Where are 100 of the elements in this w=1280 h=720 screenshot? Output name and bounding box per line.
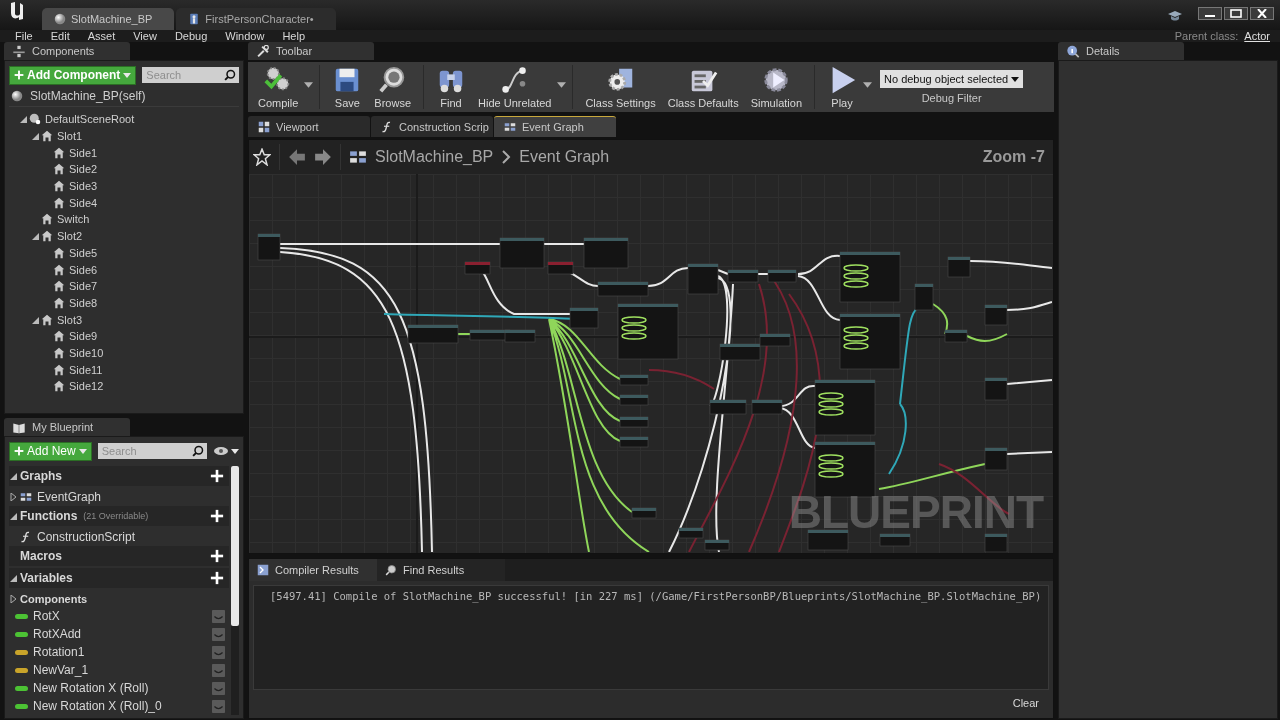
collapsed-arrow-icon[interactable]: [9, 493, 17, 501]
graph-node[interactable]: [984, 447, 1008, 471]
graph-node[interactable]: [914, 283, 934, 311]
toolbar-button[interactable]: Compile: [252, 65, 305, 109]
tree-item[interactable]: SlotMachine_BP(self): [9, 86, 239, 106]
graph-node[interactable]: [814, 441, 876, 498]
graph-node[interactable]: [984, 304, 1008, 326]
minimize-button[interactable]: [1198, 6, 1222, 20]
panel-tab[interactable]: My Blueprint: [4, 418, 130, 436]
visibility-toggle-icon[interactable]: [212, 699, 225, 713]
tree-item[interactable]: Side11: [9, 361, 239, 378]
tree-item[interactable]: Side2: [9, 161, 239, 178]
panel-tab[interactable]: Toolbar: [248, 42, 374, 60]
graph-node[interactable]: [687, 263, 719, 295]
back-arrow-icon[interactable]: [288, 148, 306, 166]
tree-item[interactable]: Side4: [9, 194, 239, 212]
expanded-arrow-icon[interactable]: [9, 512, 17, 520]
collapsed-arrow-icon[interactable]: [9, 594, 17, 603]
toolbar-button[interactable]: Play: [821, 65, 863, 109]
variable-item[interactable]: RotXAdd: [9, 625, 229, 643]
graph-node[interactable]: [499, 237, 545, 269]
add-icon[interactable]: [209, 509, 225, 523]
graph-node[interactable]: [678, 527, 704, 539]
graph-node[interactable]: [619, 436, 649, 448]
menu-item[interactable]: File: [6, 30, 42, 42]
document-tab[interactable]: SlotMachine_BP: [42, 8, 175, 30]
tree-item[interactable]: Switch: [9, 211, 239, 228]
tree-item[interactable]: Side7: [9, 277, 239, 295]
graph-node[interactable]: [597, 281, 649, 297]
menu-item[interactable]: Help: [273, 30, 315, 42]
graph-node[interactable]: [709, 399, 747, 415]
graph-node[interactable]: [257, 233, 281, 261]
variable-item[interactable]: RotX: [9, 607, 229, 625]
graph-node[interactable]: [583, 237, 629, 269]
graph-node[interactable]: [767, 269, 797, 283]
section-header[interactable]: Graphs: [9, 466, 229, 486]
results-tab[interactable]: Compiler Results: [249, 559, 377, 581]
graph-node[interactable]: [619, 394, 649, 406]
graph-node[interactable]: [839, 251, 901, 303]
star-icon[interactable]: [253, 148, 271, 166]
graph-node[interactable]: [879, 533, 911, 547]
graph-node[interactable]: [944, 329, 968, 343]
panel-tab[interactable]: Components: [4, 42, 130, 60]
expanded-arrow-icon[interactable]: [9, 574, 17, 582]
variable-item[interactable]: NewVar_1: [9, 661, 229, 679]
graph-node[interactable]: [617, 303, 679, 360]
tree-item[interactable]: Side5: [9, 244, 239, 262]
visibility-toggle-icon[interactable]: [212, 681, 225, 695]
graph-node[interactable]: [704, 539, 730, 551]
add-icon[interactable]: [209, 549, 225, 563]
variable-item[interactable]: New Rotation X (Roll)_0: [9, 697, 229, 715]
graph-node[interactable]: [464, 261, 491, 275]
breadcrumb-link[interactable]: SlotMachine_BP: [375, 148, 494, 166]
debug-object-dropdown[interactable]: No debug object selected: [880, 70, 1024, 88]
tree-item[interactable]: Side1: [9, 144, 239, 162]
section-header[interactable]: Macros: [9, 546, 229, 566]
expanded-arrow-icon[interactable]: [9, 472, 17, 480]
expanded-arrow-icon[interactable]: [31, 315, 39, 324]
panel-tab[interactable]: Details: [1058, 42, 1184, 60]
dropdown-caret-icon[interactable]: [557, 82, 567, 88]
add-icon[interactable]: [209, 469, 225, 483]
menu-item[interactable]: Asset: [78, 30, 125, 42]
toolbar-button[interactable]: Browse: [368, 65, 418, 109]
tree-item[interactable]: Side3: [9, 177, 239, 195]
dropdown-caret-icon[interactable]: [863, 82, 872, 88]
graph-node[interactable]: [839, 313, 901, 370]
editor-tab[interactable]: Event Graph: [494, 116, 616, 137]
graph-node[interactable]: [984, 533, 1008, 552]
tree-item[interactable]: DefaultSceneRoot: [9, 111, 239, 128]
close-button[interactable]: [1250, 6, 1274, 20]
toolbar-button[interactable]: Save: [326, 65, 369, 109]
section-header[interactable]: Variables: [9, 568, 229, 588]
graph-node[interactable]: [569, 307, 599, 329]
toolbar-button[interactable]: Class Defaults: [661, 65, 745, 109]
tree-item[interactable]: Slot3: [9, 311, 239, 328]
maximize-button[interactable]: [1224, 6, 1248, 20]
section-header[interactable]: Functions (21 Overridable): [9, 506, 229, 526]
view-options-button[interactable]: [213, 446, 239, 456]
graph-node[interactable]: [807, 529, 849, 551]
tree-item[interactable]: Side6: [9, 261, 239, 278]
document-tab[interactable]: FirstPersonCharacter•: [176, 8, 336, 30]
editor-tab[interactable]: Viewport: [248, 116, 370, 137]
search-field[interactable]: Search: [97, 443, 207, 459]
graph-item[interactable]: EventGraph: [9, 488, 229, 506]
category-item[interactable]: Components: [9, 590, 229, 607]
menu-item[interactable]: View: [124, 30, 166, 42]
clear-button[interactable]: Clear: [1006, 696, 1045, 710]
toolbar-button[interactable]: Simulation: [744, 65, 808, 109]
graph-node[interactable]: [719, 343, 761, 361]
expanded-arrow-icon[interactable]: [19, 115, 27, 124]
graph-node[interactable]: [947, 256, 971, 278]
dropdown-caret-icon[interactable]: [304, 82, 314, 88]
results-tab[interactable]: Find Results: [377, 559, 505, 581]
menu-item[interactable]: Edit: [41, 30, 79, 42]
tree-item[interactable]: Side8: [9, 294, 239, 312]
visibility-toggle-icon[interactable]: [212, 663, 225, 677]
graph-node[interactable]: [504, 329, 536, 343]
tree-item[interactable]: Side12: [9, 378, 239, 395]
toolbar-button[interactable]: Class Settings: [579, 65, 662, 109]
menu-item[interactable]: Window: [216, 30, 274, 42]
